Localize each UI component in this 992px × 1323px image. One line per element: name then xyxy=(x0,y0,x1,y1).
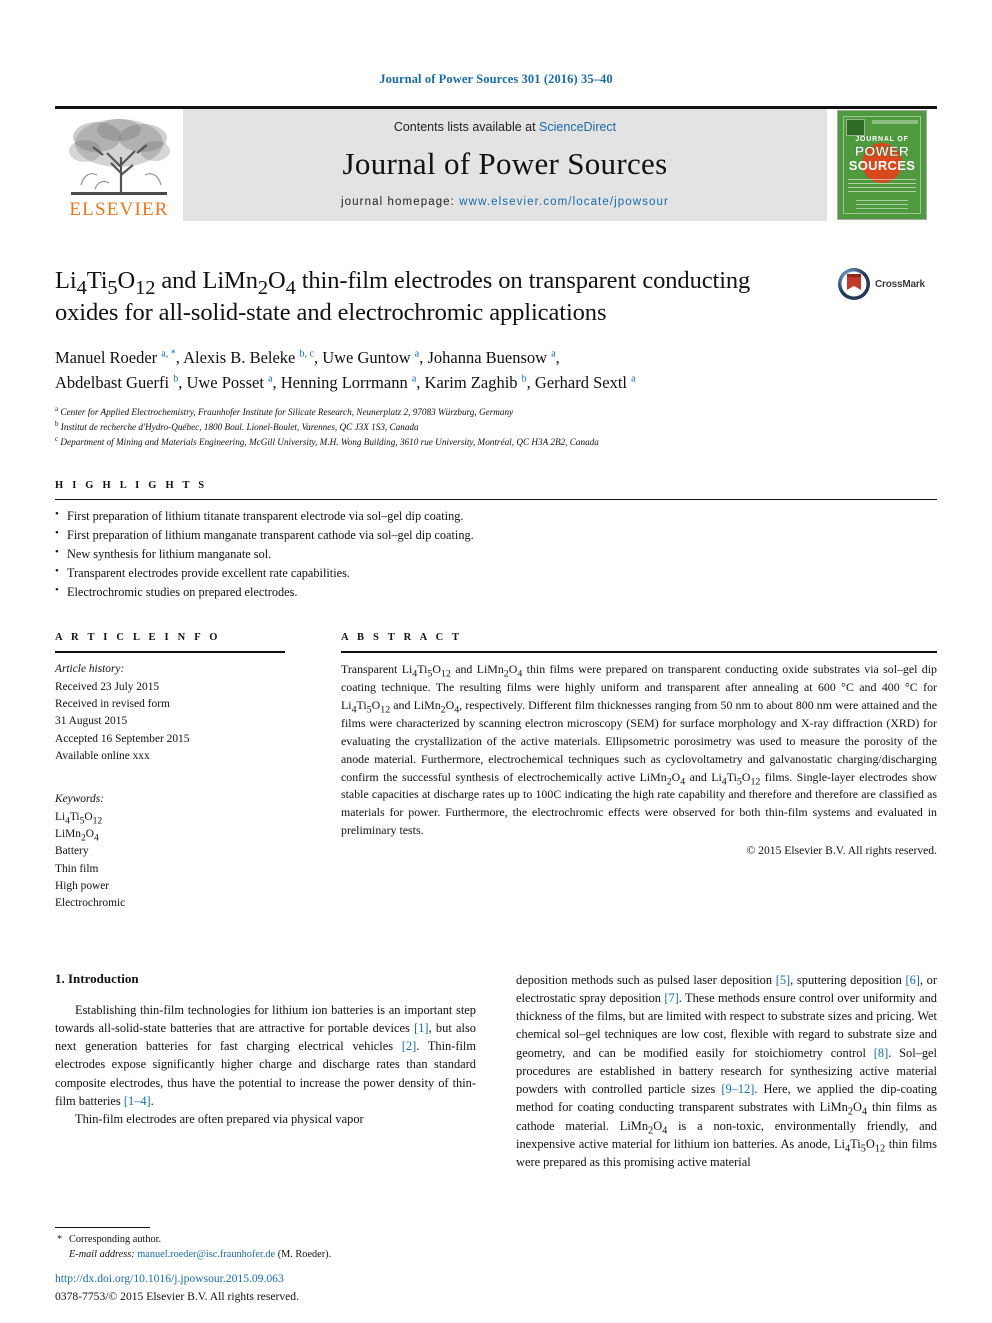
citation-ref[interactable]: [7] xyxy=(664,991,678,1005)
footnote-block: * Corresponding author. E-mail address: … xyxy=(55,1227,476,1263)
article-info-rule: Article history: Received 23 July 2015 R… xyxy=(55,651,285,912)
citation-ref[interactable]: [9–12] xyxy=(721,1082,754,1096)
article-page: Journal of Power Sources 301 (2016) 35–4… xyxy=(0,0,992,1323)
keyword-item: Electrochromic xyxy=(55,897,126,910)
info-abstract-section: A R T I C L E I N F O Article history: R… xyxy=(55,632,937,912)
article-title-line-1: Li4Ti5O12 and LiMn2O4 thin-film electrod… xyxy=(55,267,751,299)
journal-title: Journal of Power Sources xyxy=(342,146,668,181)
list-item: Transparent electrodes provide excellent… xyxy=(55,563,937,583)
article-info-heading: A R T I C L E I N F O xyxy=(55,632,221,644)
doi-link[interactable]: http://dx.doi.org/10.1016/j.jpowsour.201… xyxy=(55,1270,555,1287)
list-item: New synthesis for lithium manganate sol. xyxy=(55,544,937,564)
body-right-column: deposition methods such as pulsed laser … xyxy=(516,971,937,1271)
highlights-section: H I G H L I G H T S First preparation of… xyxy=(55,480,937,603)
journal-masthead: ELSEVIER Contents lists available at Sci… xyxy=(55,106,937,221)
homepage-link[interactable]: www.elsevier.com/locate/jpowsour xyxy=(459,196,669,208)
asterisk-icon: * xyxy=(57,1234,63,1246)
crossmark-badge[interactable]: CrossMark xyxy=(837,267,937,301)
cover-power-label: POWER xyxy=(854,143,910,159)
keyword-item: High power xyxy=(55,880,110,893)
journal-homepage-line: journal homepage: www.elsevier.com/locat… xyxy=(341,196,669,208)
article-info-column: A R T I C L E I N F O Article history: R… xyxy=(55,632,285,912)
contents-available-line: Contents lists available at ScienceDirec… xyxy=(394,120,616,134)
article-history-revised-date: 31 August 2015 xyxy=(55,715,128,728)
abstract-heading: A B S T R A C T xyxy=(341,632,463,644)
email-label: E-mail address: xyxy=(69,1249,135,1261)
article-history-received: Received 23 July 2015 xyxy=(55,680,160,693)
article-title-line-2: oxides for all-solid-state and electroch… xyxy=(55,298,607,326)
body-columns: 1. Introduction Establishing thin-film t… xyxy=(55,971,937,1271)
issn-copyright-line: 0378-7753/© 2015 Elsevier B.V. All right… xyxy=(55,1289,299,1303)
email-suffix: (M. Roeder). xyxy=(277,1249,332,1261)
keyword-item: Li4Ti5O12 xyxy=(55,810,103,826)
corresponding-author-text: Corresponding author. xyxy=(69,1234,162,1246)
page-title: Li4Ti5O12 and LiMn2O4 thin-film electrod… xyxy=(55,265,827,329)
intro-paragraph-2: Thin-film electrodes are often prepared … xyxy=(75,1112,364,1127)
elsevier-logo: ELSEVIER xyxy=(55,109,183,221)
highlights-list: First preparation of lithium titanate tr… xyxy=(55,506,937,603)
affiliation-b: b Institut de recherche d'Hydro-Québec, … xyxy=(55,419,419,432)
cover-image: JOURNAL OF POWER SOURCES xyxy=(837,110,927,220)
citation-ref[interactable]: [6] xyxy=(905,973,919,987)
list-item: Electrochromic studies on prepared elect… xyxy=(55,582,937,602)
citation-ref[interactable]: [5] xyxy=(776,973,790,987)
keywords-block: Keywords: Li4Ti5O12 LiMn2O4 Battery Thin… xyxy=(55,791,285,912)
article-history-online: Available online xxx xyxy=(55,750,150,763)
footnote-rule xyxy=(55,1227,150,1229)
email-note: E-mail address: manuel.roeder@isc.fraunh… xyxy=(55,1248,476,1263)
title-block: Li4Ti5O12 and LiMn2O4 thin-film electrod… xyxy=(55,265,937,329)
affiliation-a: a Center for Applied Electrochemistry, F… xyxy=(55,404,514,417)
citation-ref[interactable]: [8] xyxy=(874,1046,888,1060)
list-item: First preparation of lithium titanate tr… xyxy=(55,506,937,526)
keyword-item: Thin film xyxy=(55,862,99,875)
highlights-rule: First preparation of lithium titanate tr… xyxy=(55,498,937,603)
citation-ref[interactable]: [1] xyxy=(414,1021,428,1035)
abstract-copyright: © 2015 Elsevier B.V. All rights reserved… xyxy=(746,844,937,858)
homepage-prefix: journal homepage: xyxy=(341,196,460,208)
journal-cover-thumbnail[interactable]: JOURNAL OF POWER SOURCES xyxy=(827,109,937,221)
author-line-1: Manuel Roeder a, *, Alexis B. Beleke b, … xyxy=(55,347,560,367)
cover-top-rule xyxy=(872,120,918,124)
intro-paragraph-3: deposition methods such as pulsed laser … xyxy=(516,972,938,1170)
list-item: First preparation of lithium manganate t… xyxy=(55,525,937,545)
cover-journal-of-label: JOURNAL OF xyxy=(855,136,909,143)
contents-prefix: Contents lists available at xyxy=(393,120,540,134)
highlights-heading: H I G H L I G H T S xyxy=(55,479,208,491)
intro-paragraph-1: Establishing thin-film technologies for … xyxy=(55,1002,477,1108)
cover-sources-label: SOURCES xyxy=(848,158,916,173)
author-list: Manuel Roeder a, *, Alexis B. Beleke b, … xyxy=(55,345,937,395)
cover-blurb-lines xyxy=(848,179,916,192)
crossmark-icon xyxy=(838,268,870,300)
body-left-column: 1. Introduction Establishing thin-film t… xyxy=(55,971,476,1271)
affiliations: a Center for Applied Electrochemistry, F… xyxy=(55,405,937,450)
cover-footer-lines xyxy=(856,200,908,209)
email-link[interactable]: manuel.roeder@isc.fraunhofer.de xyxy=(137,1249,275,1260)
elsevier-tree-icon xyxy=(63,113,175,199)
article-history-accepted: Accepted 16 September 2015 xyxy=(55,732,190,745)
citation-ref[interactable]: [2] xyxy=(402,1039,416,1053)
abstract-column: A B S T R A C T Transparent Li4Ti5O12 an… xyxy=(341,632,937,912)
crossmark-label: CrossMark xyxy=(875,278,925,290)
affiliation-c: c Department of Mining and Materials Eng… xyxy=(55,434,599,447)
elsevier-wordmark: ELSEVIER xyxy=(69,199,169,220)
running-head: Journal of Power Sources 301 (2016) 35–4… xyxy=(379,72,613,86)
author-line-2: Abdelbast Guerfi b, Uwe Posset a, Hennin… xyxy=(55,372,636,392)
abstract-text: Transparent Li4Ti5O12 and LiMn2O4 thin f… xyxy=(341,662,938,838)
abstract-rule: Transparent Li4Ti5O12 and LiMn2O4 thin f… xyxy=(341,651,937,857)
article-history-label: Article history: xyxy=(55,663,125,676)
keyword-item: LiMn2O4 xyxy=(55,828,99,844)
sciencedirect-link[interactable]: ScienceDirect xyxy=(539,120,616,134)
article-history-revised-label: Received in revised form xyxy=(55,698,170,711)
citation-ref[interactable]: [1–4] xyxy=(124,1094,151,1108)
keyword-item: Battery xyxy=(55,845,89,858)
keywords-label: Keywords: xyxy=(55,793,104,806)
masthead-panel: Contents lists available at ScienceDirec… xyxy=(183,109,827,221)
doi-block: http://dx.doi.org/10.1016/j.jpowsour.201… xyxy=(55,1270,555,1305)
cover-elsevier-mark xyxy=(846,119,865,136)
section-heading-introduction: 1. Introduction xyxy=(55,970,139,986)
corresponding-author-note: * Corresponding author. xyxy=(55,1233,476,1248)
